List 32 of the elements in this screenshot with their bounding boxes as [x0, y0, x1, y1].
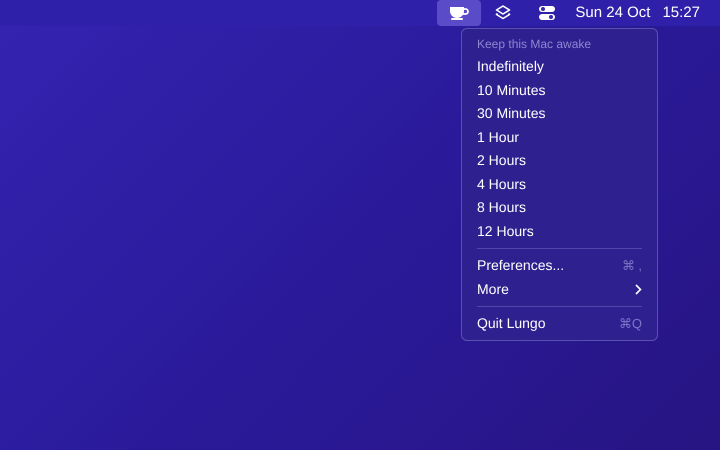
menu-item-label: 30 Minutes [477, 104, 546, 124]
menu-item[interactable]: 30 Minutes [467, 102, 652, 126]
cup-icon [449, 6, 470, 20]
menu-item-label: 4 Hours [477, 174, 526, 194]
menu-bar-time: 15:27 [662, 2, 700, 23]
menu-item-label: Quit Lungo [477, 314, 546, 334]
menu-item[interactable]: 12 Hours [467, 220, 652, 243]
menu-item-label: 12 Hours [477, 222, 534, 241]
menu-item-label: Preferences... [477, 256, 564, 276]
toggle-switches-icon [538, 5, 556, 21]
menu-item[interactable]: 4 Hours [467, 172, 652, 196]
menu-item-label: 10 Minutes [477, 80, 546, 100]
menu-item[interactable]: More [467, 278, 652, 301]
menu-item-label: More [477, 280, 509, 299]
menu-item[interactable]: Preferences... ⌘ , [467, 254, 652, 278]
menu-item[interactable]: Indefinitely [467, 55, 652, 78]
keyboard-shortcut: ⌘Q [618, 315, 642, 333]
menu-item-label: 1 Hour [477, 128, 520, 147]
chevron-right-icon [635, 284, 642, 295]
status-bar-button[interactable] [437, 0, 482, 26]
menu-item-label: Indefinitely [477, 57, 544, 76]
menu-item[interactable]: 8 Hours [467, 196, 652, 220]
menu-bar-date: Sun 24 Oct [575, 2, 650, 23]
menu-item[interactable]: 10 Minutes [467, 78, 652, 102]
menu-header: Keep this Mac awake [476, 36, 592, 53]
menu-item-label: 8 Hours [477, 198, 526, 218]
layers-icon [495, 4, 512, 22]
menu-item[interactable]: 1 Hour [467, 126, 652, 149]
keyboard-shortcut: ⌘ , [622, 257, 642, 275]
menu-item[interactable]: Quit Lungo ⌘Q [467, 312, 652, 336]
menu-item-label: 2 Hours [477, 151, 526, 170]
menu-item[interactable]: 2 Hours [467, 149, 652, 172]
